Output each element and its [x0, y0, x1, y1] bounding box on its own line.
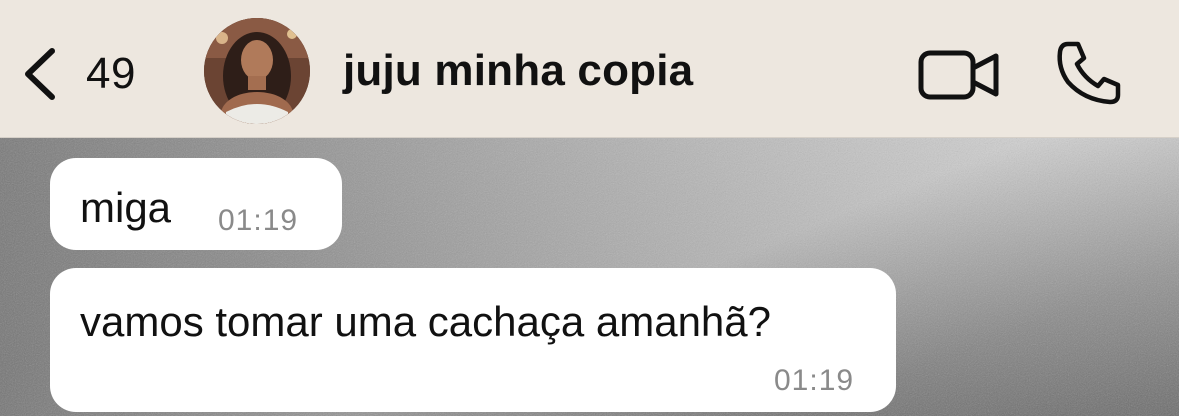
chevron-left-icon	[22, 47, 56, 101]
avatar[interactable]	[204, 18, 310, 124]
phone-icon	[1054, 41, 1124, 110]
message-timestamp: 01:19	[218, 204, 299, 237]
message-bubble[interactable]: vamos tomar uma cachaça amanhã? 01:19	[50, 268, 896, 412]
message-text: vamos tomar uma cachaça amanhã?	[80, 298, 772, 345]
message-bubble[interactable]: miga 01:19	[50, 158, 342, 250]
unread-count: 49	[86, 49, 136, 98]
message-text: miga	[80, 184, 172, 231]
video-camera-icon	[918, 50, 1000, 106]
voice-call-button[interactable]	[1054, 40, 1124, 106]
chat-header: 49 juju minha copia	[0, 0, 1179, 138]
chat-area[interactable]: miga 01:19 vamos tomar uma cachaça amanh…	[0, 138, 1179, 416]
contact-name[interactable]: juju minha copia	[343, 46, 693, 96]
back-button[interactable]: 49	[22, 44, 162, 104]
message-timestamp: 01:19	[774, 364, 855, 397]
video-call-button[interactable]	[918, 48, 1000, 102]
